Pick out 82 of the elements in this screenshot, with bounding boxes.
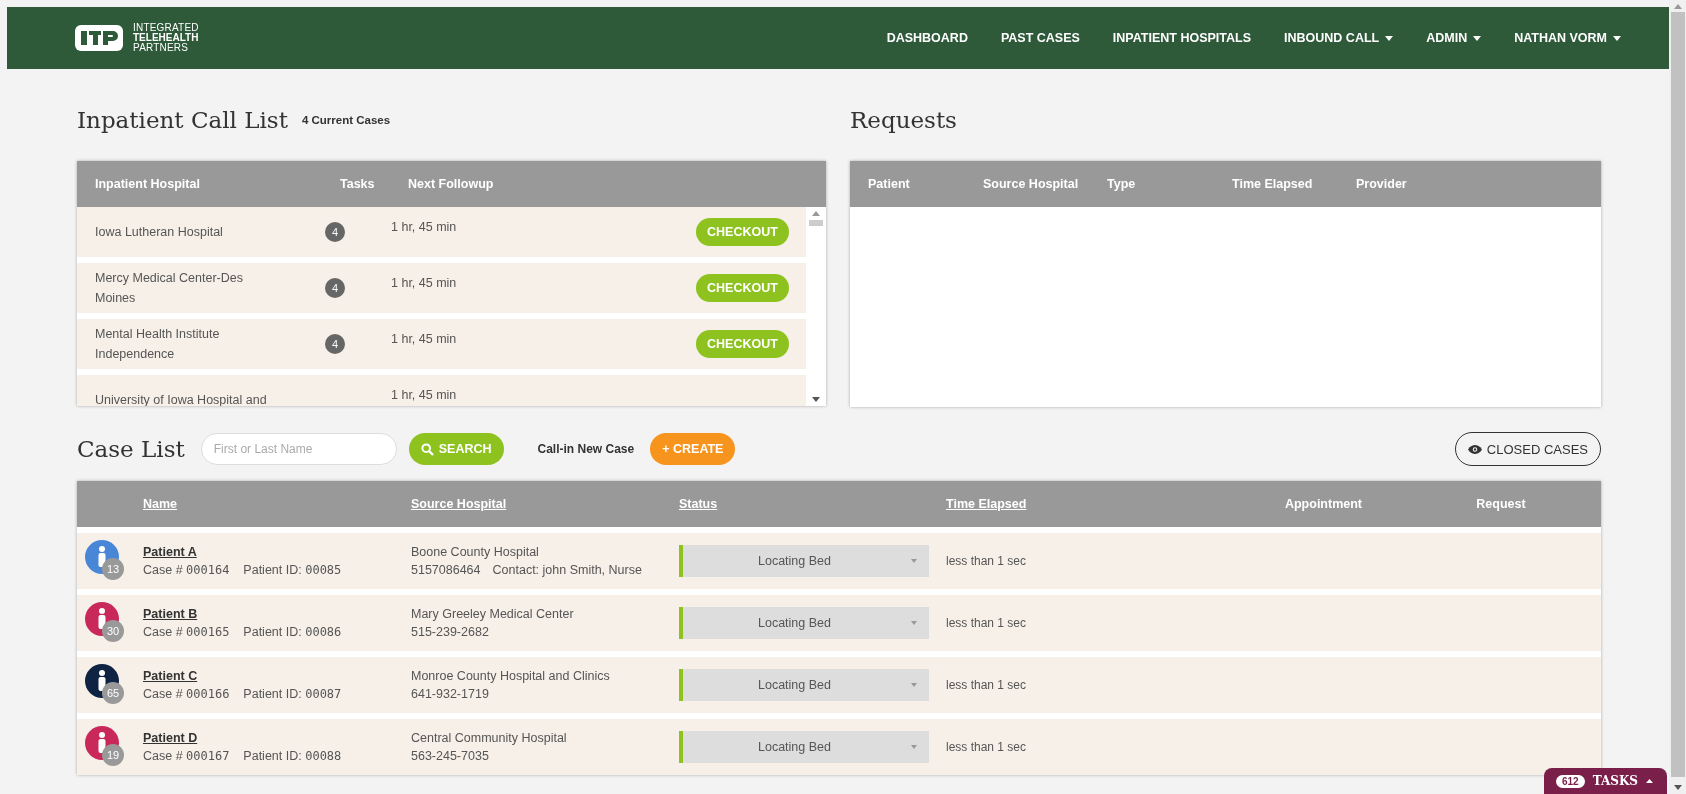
scroll-up-icon[interactable] bbox=[1673, 4, 1682, 9]
time-elapsed: less than 1 sec bbox=[946, 740, 1028, 754]
caret-icon bbox=[911, 683, 917, 687]
time-elapsed: less than 1 sec bbox=[946, 554, 1028, 568]
hospital-name: Mental Health Institute Independence bbox=[95, 326, 221, 363]
case-number: Case # 000164 Patient ID: 00085 bbox=[143, 563, 343, 577]
column-header: Inpatient Hospital bbox=[95, 177, 201, 191]
case-count: 4 Current Cases bbox=[301, 114, 391, 126]
time-elapsed: less than 1 sec bbox=[946, 678, 1028, 692]
caret-icon bbox=[1385, 35, 1394, 41]
status-dropdown[interactable]: Locating Bed bbox=[679, 731, 929, 763]
age-badge: 30 bbox=[102, 620, 124, 642]
followup-time: 1 hr, 45 min bbox=[391, 387, 458, 404]
nav-link[interactable]: PAST CASES bbox=[1000, 31, 1080, 45]
patient-name-link[interactable]: Patient A bbox=[143, 545, 197, 559]
new-case-label: Call-in New Case bbox=[537, 442, 635, 456]
nav-link[interactable]: DASHBOARD bbox=[886, 31, 968, 45]
nav-link[interactable]: INBOUND CALL bbox=[1284, 31, 1394, 45]
column-header: Provider bbox=[1356, 177, 1408, 191]
hospital-name: Monroe County Hospital and Clinics bbox=[411, 669, 611, 683]
age-badge: 19 bbox=[102, 744, 124, 766]
status-dropdown[interactable]: Locating Bed bbox=[679, 545, 929, 577]
phone-number: 641-932-1719 bbox=[411, 687, 489, 701]
followup-time: 1 hr, 45 min bbox=[391, 331, 458, 348]
time-elapsed: less than 1 sec bbox=[946, 616, 1028, 630]
column-header: Type bbox=[1107, 177, 1137, 191]
phone-number: 515-239-2682 bbox=[411, 625, 489, 639]
hospital-name: Boone County Hospital bbox=[411, 545, 540, 559]
caret-icon bbox=[911, 559, 917, 563]
column-header: Appointment bbox=[1283, 497, 1364, 511]
patient-name-link[interactable]: Patient B bbox=[143, 607, 198, 621]
status-dropdown[interactable]: Locating Bed bbox=[679, 607, 929, 639]
hospital-name: Mercy Medical Center-Des Moines bbox=[95, 270, 244, 307]
task-count: 4 bbox=[325, 278, 345, 298]
caret-icon bbox=[1613, 35, 1621, 41]
column-header: Request bbox=[1475, 497, 1527, 511]
brand-name: PARTNERS bbox=[133, 43, 190, 53]
followup-time: 1 hr, 45 min bbox=[391, 219, 458, 236]
case-number: Case # 000167 Patient ID: 00088 bbox=[143, 749, 343, 763]
column-header: Tasks bbox=[340, 177, 376, 191]
scroll-up-icon[interactable] bbox=[812, 211, 820, 216]
scroll-thumb[interactable] bbox=[809, 220, 823, 226]
nav-link[interactable]: NATHAN VORM bbox=[1514, 31, 1621, 45]
nav-link[interactable]: INPATIENT HOSPITALS bbox=[1112, 31, 1252, 45]
age-badge: 65 bbox=[102, 682, 124, 704]
column-header: Time Elapsed bbox=[1232, 177, 1314, 191]
phone-number: 563-245-7035 bbox=[411, 749, 489, 763]
phone-number: 5157086464 bbox=[411, 563, 481, 577]
column-header: Source Hospital bbox=[983, 177, 1080, 191]
patient-name-link[interactable]: Patient C bbox=[143, 669, 198, 683]
hospital-name: Iowa Lutheran Hospital bbox=[95, 224, 224, 241]
caret-icon bbox=[911, 621, 917, 625]
section-title: Requests bbox=[850, 107, 957, 133]
scroll-down-icon[interactable] bbox=[812, 397, 820, 402]
scroll-down-icon[interactable] bbox=[1673, 785, 1682, 790]
status-dropdown[interactable]: Locating Bed bbox=[679, 669, 929, 701]
caret-icon bbox=[1646, 779, 1653, 783]
followup-time: 1 hr, 45 min bbox=[391, 275, 458, 292]
caret-icon bbox=[911, 745, 917, 749]
age-badge: 13 bbox=[102, 558, 124, 580]
search-icon bbox=[420, 442, 434, 456]
section-title: Case List bbox=[77, 436, 185, 462]
logo-icon bbox=[75, 25, 123, 51]
hospital-name: Central Community Hospital bbox=[411, 731, 568, 745]
task-count: 4 bbox=[325, 334, 345, 354]
case-number: Case # 000165 Patient ID: 00086 bbox=[143, 625, 343, 639]
nav-link[interactable]: ADMIN bbox=[1426, 31, 1482, 45]
search-field[interactable]: First or Last Name bbox=[200, 433, 397, 465]
brand-name: INTEGRATED bbox=[133, 23, 199, 33]
column-header: Next Followup bbox=[408, 177, 495, 191]
task-count: 4 bbox=[325, 222, 345, 242]
hospital-name: Mary Greeley Medical Center bbox=[411, 607, 575, 621]
contact-text: Contact: john Smith, Nurse bbox=[492, 563, 642, 577]
caret-icon bbox=[1473, 35, 1482, 41]
eye-icon bbox=[1467, 444, 1482, 454]
tasks-button[interactable]: 612 TASKS bbox=[1543, 768, 1667, 794]
column-header: Patient bbox=[868, 177, 911, 191]
case-number: Case # 000166 Patient ID: 00087 bbox=[143, 687, 343, 701]
brand-name: TELEHEALTH bbox=[133, 33, 199, 43]
section-title: Inpatient Call List bbox=[77, 107, 288, 133]
hospital-name: University of Iowa Hospital and bbox=[95, 392, 268, 406]
patient-name-link[interactable]: Patient D bbox=[143, 731, 198, 745]
